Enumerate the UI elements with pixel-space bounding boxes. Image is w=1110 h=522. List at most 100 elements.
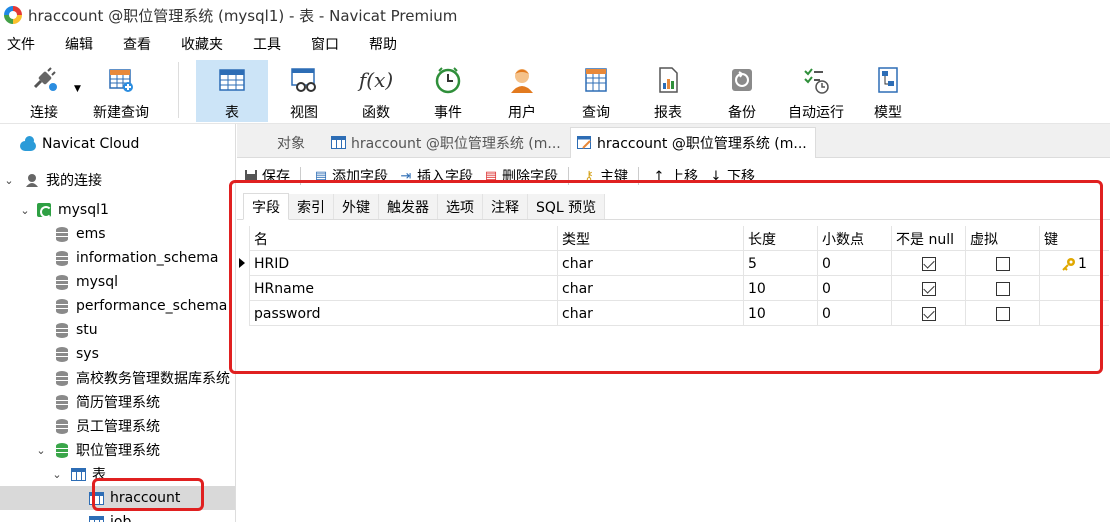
delete-field-icon: ▤ <box>484 168 498 184</box>
database-node[interactable]: information_schema <box>0 246 235 270</box>
column-header-name[interactable]: 名 <box>249 226 557 251</box>
key-order: 1 <box>1078 255 1087 272</box>
database-icon <box>54 442 70 458</box>
table-label: job <box>110 514 132 522</box>
virtual-checkbox[interactable] <box>995 281 1010 296</box>
backup-label: 备份 <box>728 105 756 121</box>
automation-button[interactable]: 自动运行 <box>780 60 852 122</box>
key-cell[interactable]: 1 <box>1039 251 1109 276</box>
views-button[interactable]: 视图 <box>270 60 338 122</box>
field-name-cell[interactable]: password <box>249 301 557 326</box>
navicat-logo-icon <box>4 6 22 24</box>
chevron-down-icon[interactable]: ⌄ <box>50 468 64 481</box>
navicat-cloud-node[interactable]: Navicat Cloud <box>0 132 235 156</box>
column-header-type[interactable]: 类型 <box>557 226 743 251</box>
subtab-indexes[interactable]: 索引 <box>289 194 334 219</box>
field-length-cell[interactable]: 5 <box>743 251 817 276</box>
tab-label: hraccount @职位管理系统 (m... <box>597 136 807 152</box>
field-name-cell[interactable]: HRname <box>249 276 557 301</box>
tab-objects[interactable]: 对象 <box>257 127 325 158</box>
field-decimals-cell[interactable]: 0 <box>817 276 891 301</box>
add-field-button[interactable]: ▤ 添加字段 <box>313 166 388 186</box>
key-cell[interactable] <box>1039 276 1109 301</box>
database-node[interactable]: stu <box>0 318 235 342</box>
events-button[interactable]: 事件 <box>414 60 482 122</box>
chevron-down-icon[interactable]: ⌄ <box>34 444 48 457</box>
field-name-cell[interactable]: HRID <box>249 251 557 276</box>
field-decimals-cell[interactable]: 0 <box>817 251 891 276</box>
connection-node-mysql1[interactable]: ⌄ mysql1 <box>0 198 235 222</box>
chevron-down-icon[interactable]: ⌄ <box>2 174 16 187</box>
field-length-cell[interactable]: 10 <box>743 276 817 301</box>
move-up-button[interactable]: ↑ 上移 <box>651 166 698 186</box>
table-row[interactable]: password char 10 0 <box>249 301 1109 326</box>
database-node[interactable]: mysql <box>0 270 235 294</box>
field-type-cell[interactable]: char <box>557 276 743 301</box>
column-header-decimals[interactable]: 小数点 <box>817 226 891 251</box>
tab-hraccount-design[interactable]: hraccount @职位管理系统 (m... <box>570 127 816 158</box>
menu-file[interactable]: 文件 <box>0 34 35 54</box>
subtab-comments[interactable]: 注释 <box>483 194 528 219</box>
database-label: 职位管理系统 <box>76 443 160 459</box>
subtab-options[interactable]: 选项 <box>438 194 483 219</box>
subtab-fields[interactable]: 字段 <box>243 193 289 220</box>
table-node-hraccount[interactable]: hraccount <box>0 486 235 510</box>
column-header-key[interactable]: 键 <box>1039 226 1109 251</box>
new-query-button[interactable]: 新建查询 <box>88 60 154 122</box>
database-node[interactable]: 高校教务管理数据库系统 <box>0 366 235 390</box>
field-type-cell[interactable]: char <box>557 251 743 276</box>
menu-favorites[interactable]: 收藏夹 <box>174 34 223 54</box>
table-row[interactable]: HRID char 5 0 1 <box>239 251 1109 276</box>
tab-objects-label: 对象 <box>277 135 305 152</box>
menu-edit[interactable]: 编辑 <box>58 34 93 54</box>
queries-label: 查询 <box>582 105 610 121</box>
menu-tools[interactable]: 工具 <box>246 34 281 54</box>
my-connections-node[interactable]: ⌄ 我的连接 <box>0 168 235 192</box>
column-header-length[interactable]: 长度 <box>743 226 817 251</box>
database-node-open[interactable]: ⌄ 职位管理系统 <box>0 438 235 462</box>
virtual-checkbox[interactable] <box>995 256 1010 271</box>
not-null-checkbox[interactable] <box>921 281 936 296</box>
database-node[interactable]: 简历管理系统 <box>0 390 235 414</box>
database-node[interactable]: ems <box>0 222 235 246</box>
insert-field-button[interactable]: ⇥ 插入字段 <box>398 166 473 186</box>
field-decimals-cell[interactable]: 0 <box>817 301 891 326</box>
connect-button[interactable]: 连接 <box>18 60 70 122</box>
field-length-cell[interactable]: 10 <box>743 301 817 326</box>
tab-hraccount-data[interactable]: hraccount @职位管理系统 (m... <box>325 127 569 158</box>
users-button[interactable]: 用户 <box>488 60 556 122</box>
save-button[interactable]: 保存 <box>243 166 290 186</box>
not-null-checkbox[interactable] <box>921 306 936 321</box>
table-row[interactable]: HRname char 10 0 <box>249 276 1109 301</box>
database-node[interactable]: performance_schema <box>0 294 235 318</box>
field-type-cell[interactable]: char <box>557 301 743 326</box>
virtual-cell <box>965 301 1039 326</box>
current-row-marker-icon <box>239 258 245 268</box>
connect-dropdown-icon[interactable]: ▼ <box>74 84 81 94</box>
subtab-foreign-keys[interactable]: 外键 <box>334 194 379 219</box>
virtual-checkbox[interactable] <box>995 306 1010 321</box>
menu-help[interactable]: 帮助 <box>362 34 397 54</box>
column-header-virtual[interactable]: 虚拟 <box>965 226 1039 251</box>
table-node-job[interactable]: job <box>0 510 235 522</box>
models-button[interactable]: 模型 <box>854 60 922 122</box>
tables-folder-node[interactable]: ⌄ 表 <box>0 462 235 486</box>
reports-button[interactable]: 报表 <box>634 60 702 122</box>
column-header-not-null[interactable]: 不是 null <box>891 226 965 251</box>
subtab-sql-preview[interactable]: SQL 预览 <box>528 194 606 219</box>
menu-view[interactable]: 查看 <box>116 34 151 54</box>
subtab-triggers[interactable]: 触发器 <box>379 194 438 219</box>
primary-key-button[interactable]: ⚷ 主键 <box>581 166 628 186</box>
database-node[interactable]: 员工管理系统 <box>0 414 235 438</box>
functions-button[interactable]: f(x) 函数 <box>342 60 410 122</box>
tables-button[interactable]: 表 <box>196 60 268 122</box>
menu-window[interactable]: 窗口 <box>304 34 339 54</box>
move-down-button[interactable]: ↓ 下移 <box>708 166 755 186</box>
key-cell[interactable] <box>1039 301 1109 326</box>
database-node[interactable]: sys <box>0 342 235 366</box>
queries-button[interactable]: 查询 <box>562 60 630 122</box>
chevron-down-icon[interactable]: ⌄ <box>18 204 32 217</box>
delete-field-button[interactable]: ▤ 删除字段 <box>483 166 558 186</box>
backup-button[interactable]: 备份 <box>708 60 776 122</box>
not-null-checkbox[interactable] <box>921 256 936 271</box>
